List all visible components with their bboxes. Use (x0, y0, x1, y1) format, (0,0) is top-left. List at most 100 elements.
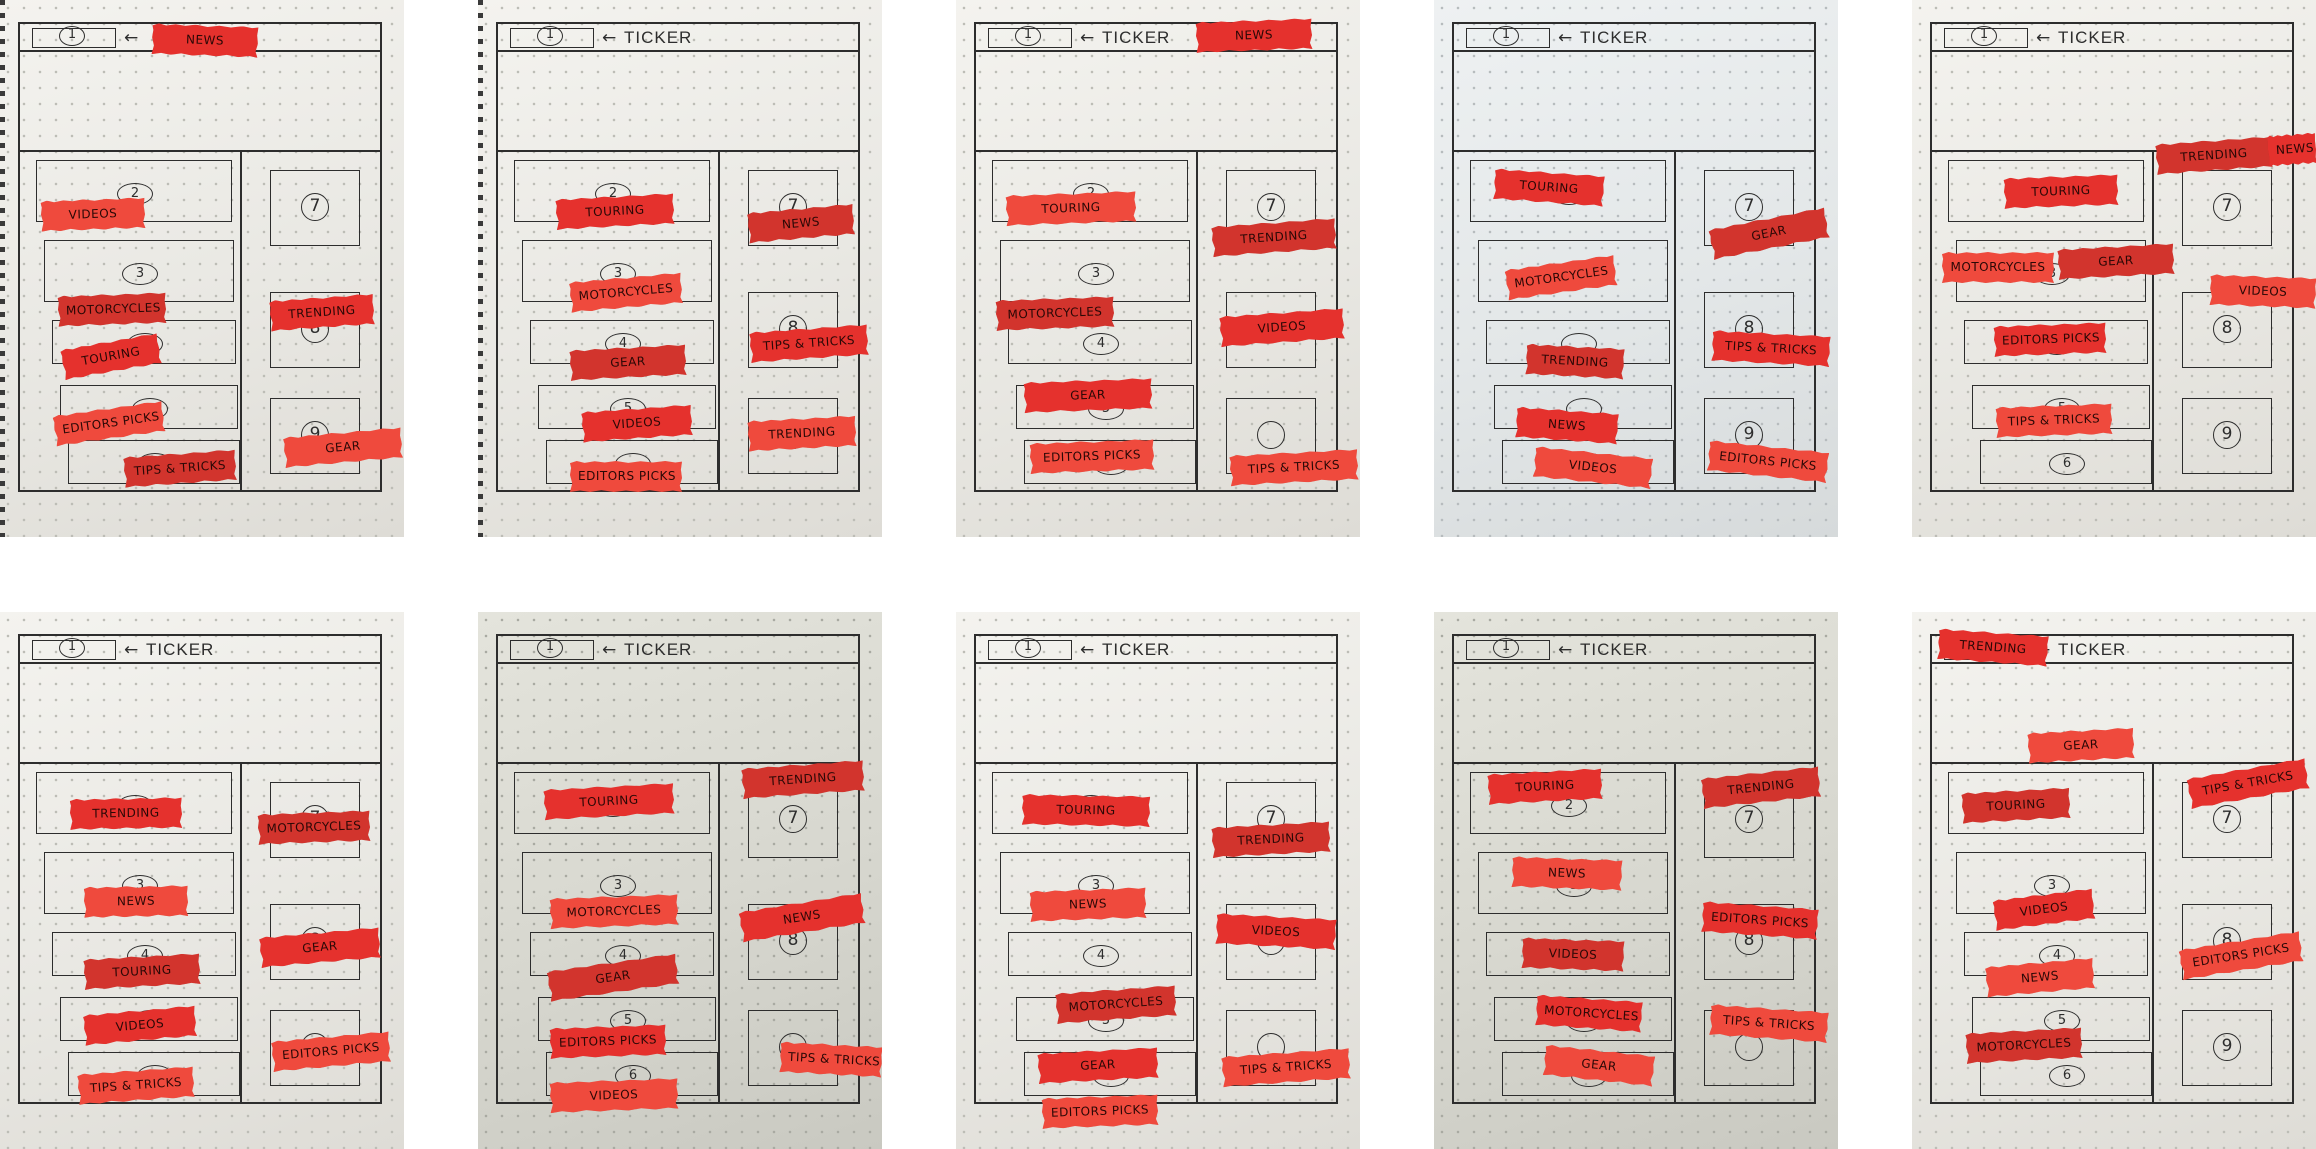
header-box-number: 1 (1015, 26, 1041, 46)
sidebar-slot-number: 7 (2213, 805, 2241, 833)
header-box-number: 1 (59, 638, 85, 658)
header-divider (496, 662, 860, 664)
section-slot-number: 3 (1078, 263, 1114, 285)
section-slot-number: 6 (2049, 1065, 2085, 1087)
card-label-tape: NEWS (1511, 856, 1622, 891)
column-divider (1674, 762, 1676, 1104)
card-label-tape: VIDEOS (1521, 937, 1624, 972)
sidebar-slot-number: 7 (301, 193, 329, 221)
card-label-tape: TOURING (2003, 174, 2118, 209)
card-label-tape: EDITORS PICKS (1993, 322, 2106, 357)
notebook-binding (0, 0, 5, 537)
ticker-label: TICKER (1580, 28, 1649, 47)
card-label-tape: NEWS (1029, 887, 1146, 922)
sidebar-slot-number: 9 (2213, 1033, 2241, 1061)
header-box: 1 (510, 26, 594, 48)
arrow-icon: ← (1080, 28, 1095, 48)
content-divider (18, 150, 382, 152)
ticker-label: TICKER (624, 640, 693, 659)
sidebar-slot-number: 7 (1735, 193, 1763, 221)
section-slot-number: 4 (1083, 945, 1119, 967)
column-divider (718, 762, 720, 1104)
sketch-photo: 1←TICKER23456789TOURINGMOTORCYCLESGEARED… (1912, 0, 2316, 537)
header-box-number: 1 (1971, 26, 1997, 46)
notebook-binding (478, 0, 483, 537)
ticker-label: TICKER (1102, 640, 1171, 659)
column-divider (240, 150, 242, 492)
column-divider (1196, 150, 1198, 492)
card-label-tape: NEWS (151, 23, 258, 58)
sketch-photo: 1←TICKER234578TRENDINGNEWSTOURINGVIDEOST… (0, 612, 404, 1149)
content-divider (1452, 762, 1816, 764)
content-divider (496, 762, 860, 764)
sketch-photo: 1←TICKER23456789TRENDINGGEARTOURINGVIDEO… (1912, 612, 2316, 1149)
column-divider (2152, 762, 2154, 1104)
content-divider (1452, 150, 1816, 152)
header-box-number: 1 (1493, 638, 1519, 658)
sidebar-slot-number: 8 (2213, 315, 2241, 343)
header-box: 1 (32, 26, 116, 48)
header-divider (974, 662, 1338, 664)
card-label-tape: MOTORCYCLES (549, 894, 678, 929)
column-divider (1674, 150, 1676, 492)
section-slot-number: 4 (1083, 333, 1119, 355)
card-label-tape: TRENDING (1525, 343, 1624, 379)
card-label-tape: VIDEOS (549, 1078, 678, 1113)
header-box: 1 (988, 26, 1072, 48)
card-label-tape: EDITORS PICKS (570, 461, 682, 492)
card-label-tape: MOTORCYCLES (57, 292, 166, 327)
card-label-tape: EDITORS PICKS (549, 1024, 666, 1059)
ticker-label: TICKER (2058, 640, 2127, 659)
sidebar-slot-number: 7 (2213, 193, 2241, 221)
sidebar-slot-number: 7 (1257, 193, 1285, 221)
header-box: 1 (988, 638, 1072, 660)
ticker-label: TICKER (1102, 28, 1171, 47)
arrow-icon: ← (124, 28, 139, 48)
sketch-photo: 1←TICKER2345678NEWSTOURINGMOTORCYCLESGEA… (956, 0, 1360, 537)
header-divider (1930, 50, 2294, 52)
ticker-label: TICKER (146, 640, 215, 659)
section-slot: 4 (1008, 932, 1192, 976)
column-divider (2152, 150, 2154, 492)
column-divider (1196, 762, 1198, 1104)
arrow-icon: ← (1558, 640, 1573, 660)
content-divider (1930, 762, 2294, 764)
card-label-tape: MOTORCYCLES (1942, 252, 2054, 283)
section-slot: 3 (1000, 240, 1190, 302)
header-box-number: 1 (1493, 26, 1519, 46)
card-label-tape: GEAR (1023, 378, 1152, 413)
header-box-number: 1 (537, 638, 563, 658)
card-label-tape: TIPS & TRICKS (1995, 403, 2112, 438)
column-divider (718, 150, 720, 492)
header-box-number: 1 (1015, 638, 1041, 658)
sketch-photo: 1←TICKER2345678TOURINGMOTORCYCLESGEAREDI… (478, 612, 882, 1149)
sketch-photo: 1←TICKER2345789TOURINGMOTORCYCLESGEARVID… (478, 0, 882, 537)
header-divider (18, 662, 382, 664)
ticker-label: TICKER (2058, 28, 2127, 47)
section-slot: 6 (1980, 440, 2152, 484)
header-divider (1452, 662, 1816, 664)
header-divider (496, 50, 860, 52)
sidebar-slot: 9 (2182, 1010, 2272, 1086)
arrow-icon: ← (1080, 640, 1095, 660)
card-label-tape: TOURING (1022, 794, 1151, 827)
card-label-tape: MOTORCYCLES (995, 296, 1114, 331)
card-label-tape: TRENDING (70, 797, 183, 830)
arrow-icon: ← (124, 640, 139, 660)
header-box-number: 1 (59, 26, 85, 46)
header-box: 1 (32, 638, 116, 660)
header-box: 1 (1944, 26, 2028, 48)
section-slot: 3 (44, 240, 234, 302)
sidebar-slot-number (1257, 421, 1285, 449)
sketch-photo: 1←23789NEWSVIDEOSMOTORCYCLESTOURINGEDITO… (0, 0, 404, 537)
sketch-photo: 1←TICKER234578TOURINGNEWSVIDEOSMOTORCYCL… (1434, 612, 1838, 1149)
card-label-tape: NEWS (84, 885, 189, 918)
card-label-tape: VIDEOS (40, 197, 145, 232)
arrow-icon: ← (602, 28, 617, 48)
card-label-tape: TIPS & TRICKS (779, 1041, 882, 1077)
content-divider (496, 150, 860, 152)
card-label-tape: EDITORS PICKS (1041, 1094, 1158, 1129)
ticker-label: TICKER (1580, 640, 1649, 659)
sketch-photo: 1←TICKER23789TOURINGMOTORCYCLESTRENDINGN… (1434, 0, 1838, 537)
sidebar-slot: 7 (270, 170, 360, 246)
